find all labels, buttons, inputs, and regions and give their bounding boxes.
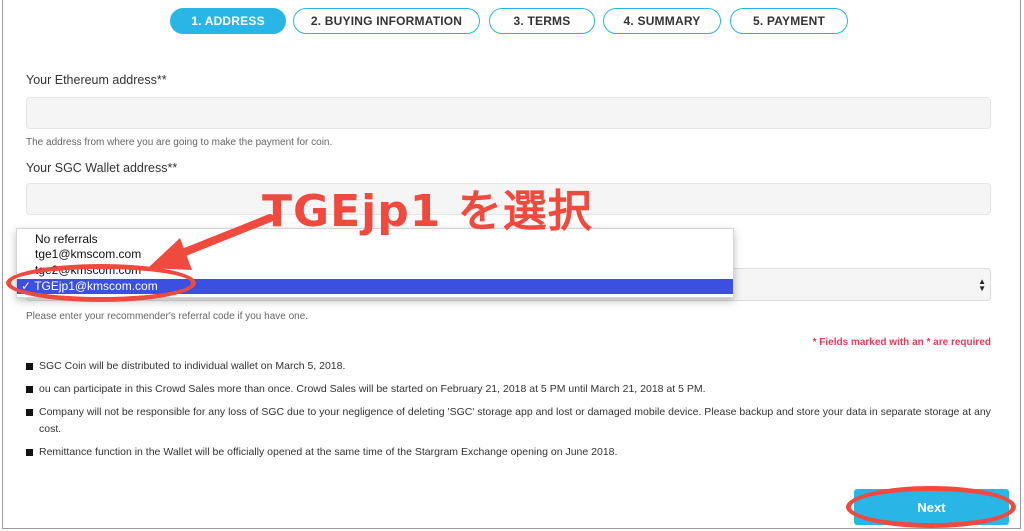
required-fields-note: * Fields marked with an * are required	[812, 337, 991, 348]
dropdown-option[interactable]: tge1@kmscom.com	[17, 247, 733, 262]
note-text: ou can participate in this Crowd Sales m…	[39, 383, 706, 395]
annotation-ellipse-next	[846, 486, 1016, 528]
bullet-square-icon	[26, 409, 33, 416]
note-text: Remittance function in the Wallet will b…	[39, 446, 618, 458]
annotation-callout: TGEjp1 を選択	[262, 186, 593, 237]
ethereum-address-input[interactable]	[26, 97, 991, 129]
referral-help: Please enter your recommender's referral…	[26, 311, 309, 322]
step-summary[interactable]: 4. SUMMARY	[603, 8, 721, 34]
note-text: SGC Coin will be distributed to individu…	[39, 360, 346, 372]
notes-list: SGC Coin will be distributed to individu…	[26, 358, 991, 467]
note-item: Company will not be responsible for any …	[26, 404, 991, 438]
note-item: SGC Coin will be distributed to individu…	[26, 358, 991, 375]
select-arrows-icon: ▲ ▼	[978, 277, 986, 293]
sgc-wallet-label: Your SGC Wallet address**	[26, 161, 178, 175]
ethereum-address-help: The address from where you are going to …	[26, 137, 333, 148]
step-terms[interactable]: 3. TERMS	[489, 8, 595, 34]
step-address[interactable]: 1. ADDRESS	[170, 8, 286, 34]
ethereum-address-label: Your Ethereum address**	[26, 73, 167, 87]
step-buying-information[interactable]: 2. BUYING INFORMATION	[293, 8, 480, 34]
note-item: Remittance function in the Wallet will b…	[26, 444, 991, 461]
bullet-square-icon	[26, 363, 33, 370]
bullet-square-icon	[26, 386, 33, 393]
annotation-ellipse-selection	[6, 264, 196, 302]
step-payment[interactable]: 5. PAYMENT	[730, 8, 848, 34]
note-item: ou can participate in this Crowd Sales m…	[26, 381, 991, 398]
step-tabs: 1. ADDRESS 2. BUYING INFORMATION 3. TERM…	[0, 8, 1024, 36]
note-text: Company will not be responsible for any …	[39, 406, 991, 435]
bullet-square-icon	[26, 449, 33, 456]
